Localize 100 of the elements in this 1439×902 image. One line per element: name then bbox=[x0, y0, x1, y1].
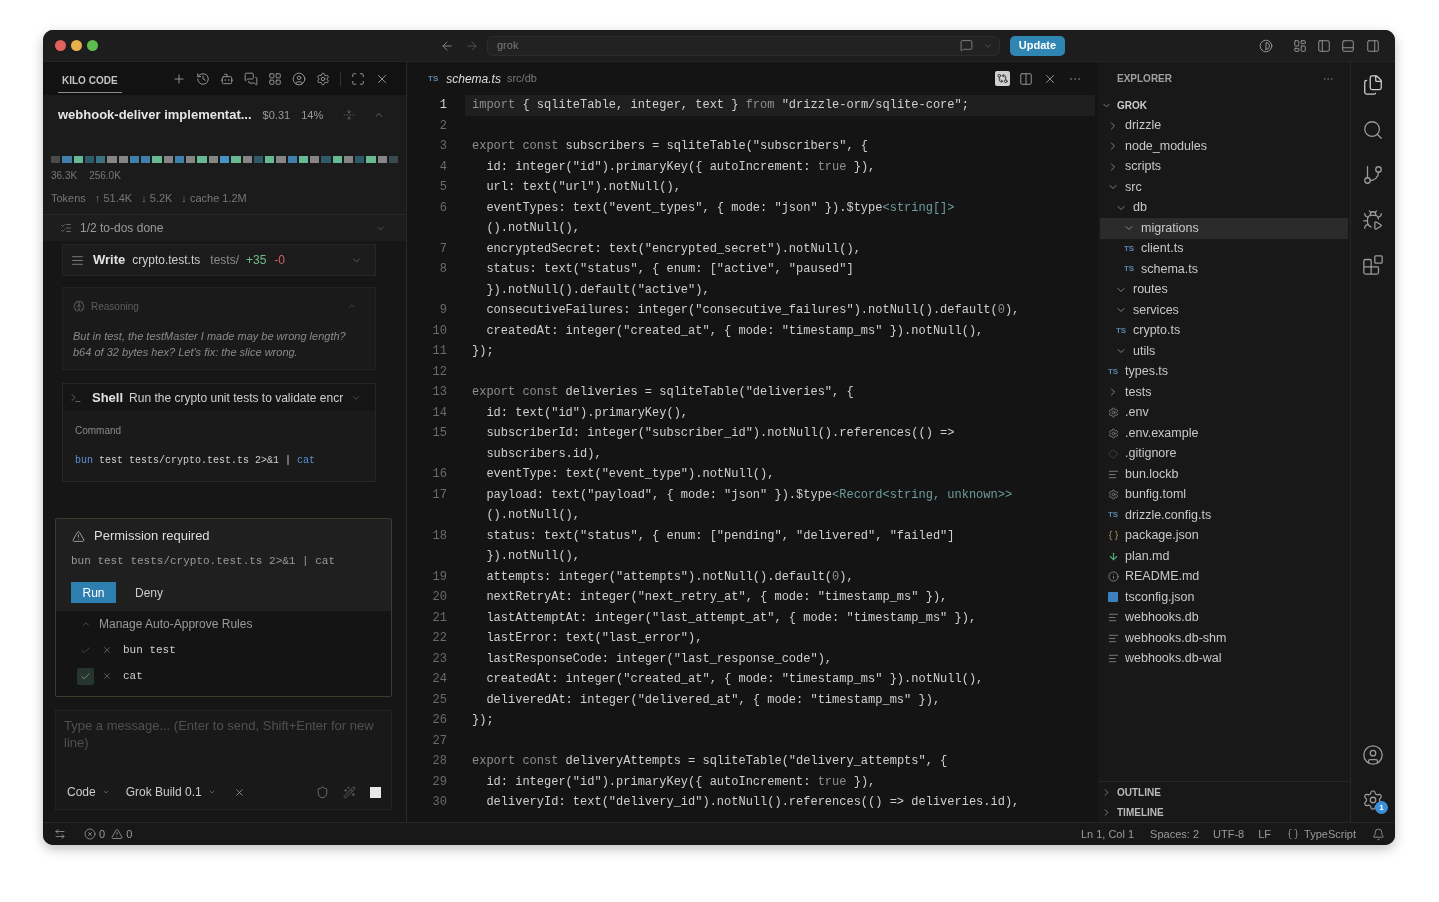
blocks-icon[interactable] bbox=[1362, 254, 1384, 276]
user-circle-icon[interactable] bbox=[292, 71, 306, 86]
file-tree-item[interactable]: bun.lockb bbox=[1100, 464, 1348, 485]
command-label: Command bbox=[75, 424, 122, 438]
contrast-icon[interactable] bbox=[1259, 38, 1273, 53]
account-icon[interactable] bbox=[1362, 744, 1384, 766]
auto-approve-rules-toggle[interactable]: Manage Auto-Approve Rules bbox=[56, 611, 253, 637]
line-number: 21 bbox=[431, 609, 447, 627]
shell-card-header[interactable]: Shell Run the crypto unit tests to validate encr bbox=[63, 384, 375, 411]
code-line: status: text("status", { enum: ["active", "paused"] bbox=[486, 261, 854, 279]
left-panel-icon[interactable] bbox=[1317, 38, 1331, 53]
search-icon[interactable] bbox=[1362, 119, 1384, 141]
file-tree-item[interactable]: webhooks.db-shm bbox=[1100, 628, 1348, 649]
file-tree-item[interactable]: bunfig.toml bbox=[1100, 484, 1348, 505]
stop-icon[interactable] bbox=[370, 786, 381, 798]
workspace-folder-header[interactable]: GROK bbox=[1098, 95, 1350, 116]
chat-icon[interactable] bbox=[244, 71, 258, 86]
chat-icon[interactable] bbox=[960, 39, 973, 52]
chevron-up-icon[interactable] bbox=[81, 619, 91, 629]
file-tree-item[interactable]: README.md bbox=[1100, 566, 1348, 587]
command-center-field[interactable]: grok bbox=[487, 35, 1000, 56]
language-mode[interactable]: TypeScript bbox=[1287, 825, 1356, 843]
minimize-window-button[interactable] bbox=[71, 40, 82, 51]
file-name: crypto.test.ts bbox=[132, 252, 201, 269]
typescript-file-icon: TS bbox=[428, 72, 439, 85]
section-header[interactable]: TIMELINE bbox=[1098, 802, 1350, 822]
update-button[interactable]: Update bbox=[1010, 35, 1065, 56]
folder-tree-item[interactable]: drizzle bbox=[1100, 115, 1348, 136]
bell-icon[interactable] bbox=[1372, 827, 1385, 841]
file-tree-item[interactable]: webhooks.db bbox=[1100, 607, 1348, 628]
model-selector[interactable]: Grok Build 0.1 bbox=[125, 783, 216, 801]
warning-icon bbox=[72, 529, 85, 543]
zoom-window-button[interactable] bbox=[87, 40, 98, 51]
settings-icon[interactable] bbox=[1362, 789, 1384, 811]
deny-button[interactable]: Deny bbox=[135, 583, 163, 602]
code-line: id: text("id").primaryKey(), bbox=[486, 404, 689, 422]
command-description: Run the crypto unit tests to validate encr bbox=[129, 389, 344, 407]
file-tree-item[interactable]: tsconfig.json bbox=[1100, 587, 1348, 608]
branch-icon[interactable] bbox=[1362, 164, 1384, 186]
folder-tree-item[interactable]: migrations bbox=[1100, 218, 1348, 239]
file-tree-item[interactable]: TS client.ts bbox=[1100, 238, 1348, 259]
expand-icon[interactable] bbox=[351, 71, 365, 86]
problems-indicator[interactable]: 0 0 bbox=[84, 825, 133, 843]
cross-icon[interactable] bbox=[233, 786, 245, 798]
code-line: eventTypes: text("event_types", { mode: "json" }).$type<string[]> bbox=[486, 199, 955, 217]
compare-changes-icon[interactable] bbox=[995, 71, 1010, 86]
layout-icon[interactable] bbox=[1293, 38, 1307, 53]
files-icon[interactable] bbox=[1362, 74, 1384, 96]
folder-tree-item[interactable]: src bbox=[1100, 177, 1348, 198]
folder-tree-item[interactable]: routes bbox=[1100, 279, 1348, 300]
file-tree-item[interactable]: TS types.ts bbox=[1100, 361, 1348, 382]
file-tree-item[interactable]: TS crypto.ts bbox=[1100, 320, 1348, 341]
right-panel-icon[interactable] bbox=[1366, 38, 1380, 53]
grid-icon[interactable] bbox=[268, 71, 282, 86]
file-tree-item[interactable]: TS schema.ts bbox=[1100, 259, 1348, 280]
line-number: 3 bbox=[438, 138, 447, 156]
line-ending-setting[interactable]: LF bbox=[1258, 825, 1272, 843]
robot-icon[interactable] bbox=[220, 71, 234, 86]
reasoning-label: Reasoning bbox=[91, 299, 139, 314]
cross-icon[interactable] bbox=[102, 671, 112, 681]
bug-play-icon[interactable] bbox=[1362, 209, 1384, 231]
line-number: 16 bbox=[431, 466, 447, 484]
lines-icon bbox=[1107, 468, 1119, 480]
plus-icon[interactable] bbox=[172, 71, 186, 86]
folder-tree-item[interactable]: services bbox=[1100, 300, 1348, 321]
folder-tree-item[interactable]: utils bbox=[1100, 341, 1348, 362]
file-write-card[interactable]: Write crypto.test.ts tests/ +35 -0 bbox=[62, 244, 376, 276]
file-tree-item[interactable]: .gitignore bbox=[1100, 443, 1348, 464]
file-tree-item[interactable]: TS drizzle.config.ts bbox=[1100, 505, 1348, 526]
close-window-button[interactable] bbox=[55, 40, 66, 51]
file-tree-item[interactable]: webhooks.db-wal bbox=[1100, 648, 1348, 669]
shield-icon[interactable] bbox=[316, 785, 329, 799]
mode-selector[interactable]: Code bbox=[67, 783, 110, 801]
indentation-setting[interactable]: Spaces: 2 bbox=[1150, 825, 1199, 843]
file-tree-item[interactable]: .env.example bbox=[1100, 423, 1348, 444]
todo-summary-bar[interactable]: 1/2 to-dos done bbox=[43, 215, 406, 241]
folder-tree-item[interactable]: node_modules bbox=[1100, 136, 1348, 157]
folder-tree-item[interactable]: scripts bbox=[1100, 156, 1348, 177]
folder-tree-item[interactable]: tests bbox=[1100, 382, 1348, 403]
approve-toggle[interactable] bbox=[77, 667, 94, 685]
editor-tab[interactable]: TS schema.ts src/db bbox=[428, 69, 537, 88]
file-tree-item[interactable]: package.json bbox=[1100, 525, 1348, 546]
code-line: }).notNull(), bbox=[486, 548, 581, 566]
file-tree-item[interactable]: .env bbox=[1100, 402, 1348, 423]
bottom-panel-icon[interactable] bbox=[1341, 38, 1355, 53]
split-editor-icon[interactable] bbox=[1019, 71, 1033, 86]
settings-icon[interactable] bbox=[316, 71, 330, 86]
wand-icon[interactable] bbox=[343, 785, 356, 799]
section-header[interactable]: OUTLINE bbox=[1098, 782, 1350, 802]
folder-tree-item[interactable]: db bbox=[1100, 197, 1348, 218]
cursor-position[interactable]: Ln 1, Col 1 bbox=[1080, 825, 1135, 843]
kilo-code-tab[interactable]: KILO CODE bbox=[58, 68, 122, 93]
file-tree-item[interactable]: plan.md bbox=[1100, 546, 1348, 567]
run-button[interactable]: Run bbox=[71, 582, 116, 603]
code-line: deliveredAt: integer("delivered_at", { mode: "timestamp_ms" }), bbox=[486, 691, 941, 709]
collapse-icon[interactable] bbox=[343, 109, 355, 121]
encoding-setting[interactable]: UTF-8 bbox=[1213, 825, 1245, 843]
cross-icon[interactable] bbox=[102, 645, 112, 655]
history-icon[interactable] bbox=[196, 71, 210, 86]
left-right-arrows-icon[interactable] bbox=[54, 828, 66, 840]
